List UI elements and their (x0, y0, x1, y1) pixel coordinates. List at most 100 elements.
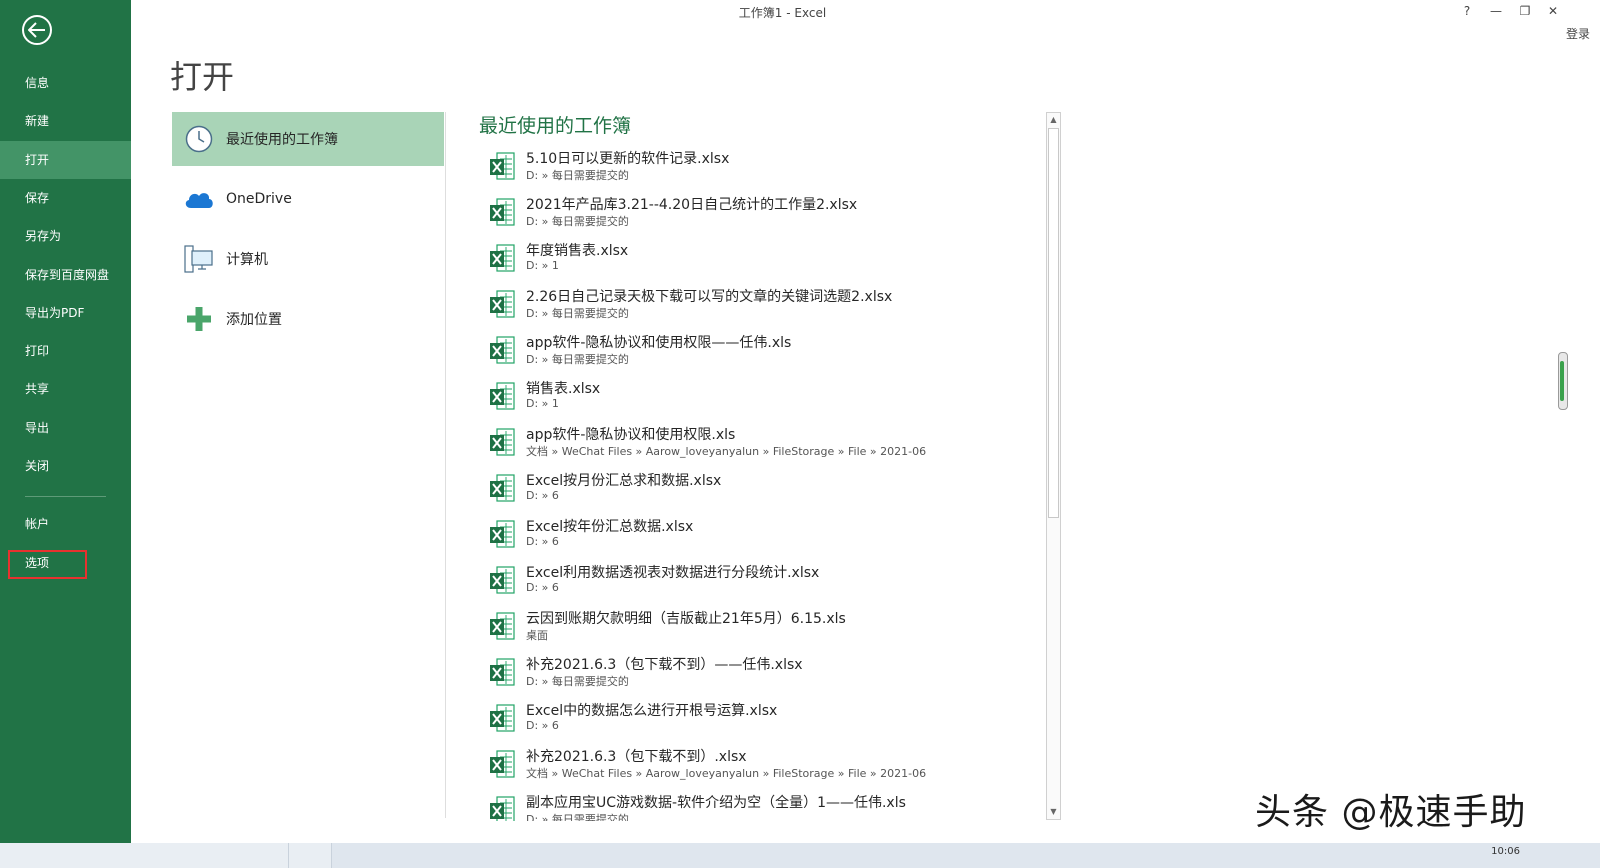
recent-file-item[interactable]: 销售表.xlsx D: » 1 (485, 375, 1045, 421)
clock-icon (185, 125, 213, 153)
file-path: D: » 每日需要提交的 (526, 307, 629, 320)
place-add-location[interactable]: 添加位置 (172, 292, 444, 346)
place-computer[interactable]: 计算机 (172, 232, 444, 286)
place-label: 添加位置 (226, 312, 282, 328)
excel-file-icon (488, 519, 516, 549)
recent-file-item[interactable]: 2.26日自己记录天极下载可以写的文章的关键词选题2.xlsx D: » 每日需要… (485, 283, 1045, 329)
recent-file-item[interactable]: 补充2021.6.3（包下载不到）——任伟.xlsx D: » 每日需要提交的 (485, 651, 1045, 697)
nav-item-9[interactable]: 导出 (0, 409, 131, 447)
recent-file-item[interactable]: app软件-隐私协议和使用权限.xls 文档 » WeChat Files » A… (485, 421, 1045, 467)
nav-item-10[interactable]: 关闭 (0, 447, 131, 485)
recent-file-item[interactable]: 年度销售表.xlsx D: » 1 (485, 237, 1045, 283)
file-name: Excel按月份汇总求和数据.xlsx (526, 473, 722, 489)
scroll-down-arrow-icon[interactable]: ▼ (1047, 805, 1060, 819)
help-button[interactable]: ? (1455, 2, 1479, 20)
recent-file-list: 5.10日可以更新的软件记录.xlsx D: » 每日需要提交的 2021年产品库3… (485, 145, 1045, 821)
plus-icon (187, 307, 211, 331)
recent-file-item[interactable]: Excel按月份汇总求和数据.xlsx D: » 6 (485, 467, 1045, 513)
recent-heading: 最近使用的工作簿 (479, 115, 632, 137)
restore-button[interactable]: ❐ (1513, 2, 1537, 20)
file-list-scrollbar[interactable]: ▲ ▼ (1046, 112, 1061, 820)
nav-item-2[interactable]: 打开 (0, 141, 131, 179)
file-path: D: » 6 (526, 489, 559, 502)
recent-file-item[interactable]: Excel按年份汇总数据.xlsx D: » 6 (485, 513, 1045, 559)
nav-item-4[interactable]: 另存为 (0, 217, 131, 255)
recent-file-item[interactable]: 补充2021.6.3（包下载不到）.xlsx 文档 » WeChat Files … (485, 743, 1045, 789)
excel-file-icon (488, 611, 516, 641)
cloud-icon (185, 193, 213, 208)
back-arrow-icon (28, 22, 45, 38)
excel-file-icon (488, 427, 516, 457)
close-button[interactable]: ✕ (1541, 2, 1565, 20)
recent-file-item[interactable]: 5.10日可以更新的软件记录.xlsx D: » 每日需要提交的 (485, 145, 1045, 191)
excel-file-icon (488, 565, 516, 595)
nav-item-5[interactable]: 保存到百度网盘 (0, 256, 131, 294)
taskbar-strip: 10:06 (0, 843, 1600, 868)
options-highlight-box (8, 550, 87, 579)
file-name: Excel中的数据怎么进行开根号运算.xlsx (526, 703, 778, 719)
file-name: Excel按年份汇总数据.xlsx (526, 519, 694, 535)
file-path: D: » 每日需要提交的 (526, 813, 629, 821)
file-name: 副本应用宝UC游戏数据-软件介绍为空（全量）1——任伟.xls (526, 795, 906, 811)
file-path: D: » 1 (526, 397, 559, 410)
excel-file-icon (488, 197, 516, 227)
excel-file-icon (488, 473, 516, 503)
backstage-nav: 信息 新建 打开 保存 另存为 保存到百度网盘 导出为PDF 打印 共享 导出 关闭 帐户 选项 (0, 0, 131, 868)
file-path: D: » 6 (526, 719, 559, 732)
file-path: D: » 每日需要提交的 (526, 353, 629, 366)
nav-item-account[interactable]: 帐户 (0, 505, 131, 543)
minimize-button[interactable]: — (1484, 2, 1508, 20)
recent-file-item[interactable]: Excel利用数据透视表对数据进行分段统计.xlsx D: » 6 (485, 559, 1045, 605)
excel-file-icon (488, 151, 516, 181)
file-path: D: » 每日需要提交的 (526, 169, 629, 182)
nav-divider (25, 496, 106, 497)
file-name: app软件-隐私协议和使用权限.xls (526, 427, 736, 443)
nav-item-0[interactable]: 信息 (0, 64, 131, 102)
file-path: 文档 » WeChat Files » Aarow_loveyanyalun »… (526, 445, 927, 458)
file-name: 补充2021.6.3（包下载不到）.xlsx (526, 749, 747, 765)
file-path: D: » 6 (526, 581, 559, 594)
file-name: app软件-隐私协议和使用权限——任伟.xls (526, 335, 792, 351)
file-path: 桌面 (526, 629, 548, 642)
excel-file-icon (488, 657, 516, 687)
place-label: 计算机 (226, 252, 268, 268)
file-name: 补充2021.6.3（包下载不到）——任伟.xlsx (526, 657, 803, 673)
file-name: 2021年产品库3.21--4.20日自己统计的工作量2.xlsx (526, 197, 858, 213)
scroll-up-arrow-icon[interactable]: ▲ (1047, 113, 1060, 127)
excel-file-icon (488, 381, 516, 411)
file-name: Excel利用数据透视表对数据进行分段统计.xlsx (526, 565, 820, 581)
excel-file-icon (488, 243, 516, 273)
file-path: D: » 每日需要提交的 (526, 215, 629, 228)
nav-item-1[interactable]: 新建 (0, 102, 131, 140)
page-title: 打开 (170, 58, 235, 96)
place-label: OneDrive (226, 191, 292, 207)
recent-file-item[interactable]: Excel中的数据怎么进行开根号运算.xlsx D: » 6 (485, 697, 1045, 743)
recent-file-item[interactable]: 副本应用宝UC游戏数据-软件介绍为空（全量）1——任伟.xls D: » 每日需要… (485, 789, 1045, 821)
window-title: 工作簿1 - Excel (738, 6, 827, 20)
recent-file-item[interactable]: 2021年产品库3.21--4.20日自己统计的工作量2.xlsx D: » 每日… (485, 191, 1045, 237)
login-link[interactable]: 登录 (1566, 25, 1590, 42)
side-scroll-handle[interactable] (1558, 352, 1568, 410)
recent-file-item[interactable]: 云因到账期欠款明细（吉版截止21年5月）6.15.xls 桌面 (485, 605, 1045, 651)
recent-file-item[interactable]: app软件-隐私协议和使用权限——任伟.xls D: » 每日需要提交的 (485, 329, 1045, 375)
file-name: 5.10日可以更新的软件记录.xlsx (526, 151, 730, 167)
file-path: D: » 1 (526, 259, 559, 272)
excel-file-icon (488, 795, 516, 821)
file-path: D: » 6 (526, 535, 559, 548)
computer-icon (184, 245, 213, 273)
places-panel: 最近使用的工作簿 OneDrive 计算机 添加位置 (172, 112, 446, 818)
place-recent-workbooks[interactable]: 最近使用的工作簿 (172, 112, 444, 166)
nav-item-6[interactable]: 导出为PDF (0, 294, 131, 332)
file-name: 2.26日自己记录天极下载可以写的文章的关键词选题2.xlsx (526, 289, 893, 305)
file-path: 文档 » WeChat Files » Aarow_loveyanyalun »… (526, 767, 927, 780)
excel-file-icon (488, 289, 516, 319)
excel-file-icon (488, 749, 516, 779)
nav-item-8[interactable]: 共享 (0, 370, 131, 408)
scroll-thumb[interactable] (1048, 128, 1059, 518)
nav-item-3[interactable]: 保存 (0, 179, 131, 217)
nav-item-7[interactable]: 打印 (0, 332, 131, 370)
excel-file-icon (488, 335, 516, 365)
file-name: 销售表.xlsx (526, 381, 601, 397)
place-onedrive[interactable]: OneDrive (172, 172, 444, 226)
watermark: 头条 @极速手助 (1255, 792, 1527, 833)
